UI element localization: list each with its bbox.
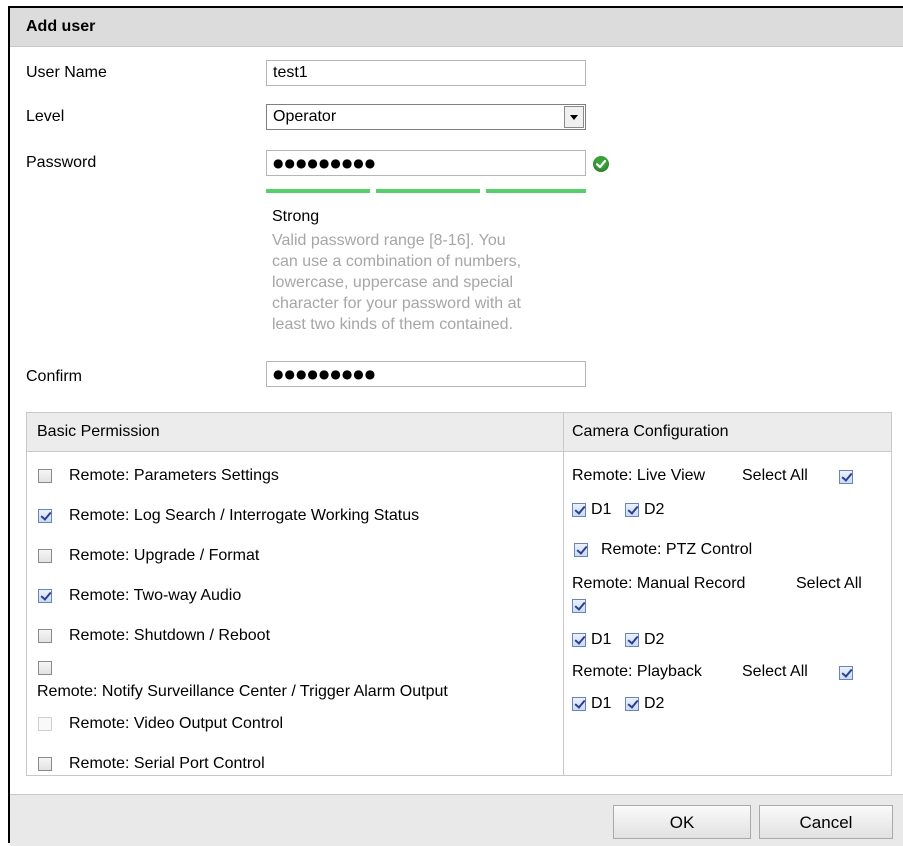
- level-label: Level: [26, 108, 65, 125]
- playback-select-all-checkbox[interactable]: [839, 666, 853, 680]
- permissions-panel: Basic Permission Camera Configuration Re…: [26, 412, 892, 776]
- live-view-select-all-checkbox[interactable]: [839, 470, 853, 484]
- permission-label: Remote: Video Output Control: [69, 715, 284, 732]
- strength-label: Strong: [272, 208, 320, 225]
- dialog-title: Add user: [26, 18, 96, 35]
- camera-configuration-header: Camera Configuration: [564, 413, 891, 452]
- permission-label: Remote: Two-way Audio: [69, 587, 242, 604]
- live-view-d1-checkbox[interactable]: [572, 503, 586, 517]
- level-select[interactable]: Operator: [266, 104, 586, 130]
- basic-permission-title: Basic Permission: [37, 423, 160, 440]
- playback-d1-checkbox[interactable]: [572, 697, 586, 711]
- add-user-dialog: Add user User Name Level Operator Passwo…: [8, 6, 903, 846]
- username-label: User Name: [26, 64, 107, 81]
- password-hint-line: Valid password range [8-16]. You: [272, 232, 506, 249]
- permission-label: Remote: Log Search / Interrogate Working…: [69, 507, 420, 524]
- camera-configuration-title: Camera Configuration: [572, 423, 729, 440]
- live-view-select-all-label: Select All: [742, 467, 808, 484]
- confirm-label: Confirm: [26, 368, 83, 385]
- password-hint-line: lowercase, uppercase and special: [272, 274, 514, 291]
- ptz-control-checkbox[interactable]: [574, 543, 588, 557]
- level-select-value: Operator: [273, 108, 337, 125]
- password-hint-line: can use a combination of numbers,: [272, 253, 522, 270]
- permission-checkbox-upgrade-format[interactable]: [38, 549, 52, 563]
- permission-checkbox-serial-port[interactable]: [38, 757, 52, 771]
- permission-checkbox-two-way-audio[interactable]: [38, 589, 52, 603]
- permission-checkbox-shutdown-reboot[interactable]: [38, 629, 52, 643]
- password-hint-line: character for your password with at: [272, 295, 521, 312]
- permission-checkbox-video-output[interactable]: [38, 717, 52, 731]
- manual-record-d2-checkbox[interactable]: [625, 633, 639, 647]
- password-input[interactable]: ●●●●●●●●●: [266, 150, 586, 176]
- manual-record-d1-checkbox[interactable]: [572, 633, 586, 647]
- playback-select-all-label: Select All: [742, 663, 808, 680]
- password-label: Password: [26, 154, 97, 171]
- live-view-d2-checkbox[interactable]: [625, 503, 639, 517]
- manual-record-d1-label: D1: [591, 631, 612, 648]
- manual-record-d2-label: D2: [644, 631, 665, 648]
- live-view-d2-label: D2: [644, 501, 665, 518]
- permission-checkbox-parameters-settings[interactable]: [38, 469, 52, 483]
- playback-d1-label: D1: [591, 695, 612, 712]
- ok-button[interactable]: OK: [613, 805, 751, 839]
- strength-bar-3: [486, 189, 586, 193]
- permission-label: Remote: Parameters Settings: [69, 467, 279, 484]
- ptz-control-label: Remote: PTZ Control: [601, 541, 753, 558]
- live-view-label: Remote: Live View: [572, 467, 706, 484]
- dialog-titlebar: Add user: [10, 8, 903, 47]
- chevron-down-icon[interactable]: [564, 106, 584, 128]
- strength-bar-1: [266, 189, 370, 193]
- panel-divider: [563, 413, 564, 775]
- cancel-button[interactable]: Cancel: [759, 805, 893, 839]
- dialog-footer: OK Cancel: [10, 794, 903, 846]
- password-hint: Valid password range [8-16]. You can use…: [272, 230, 521, 335]
- basic-permission-header: Basic Permission: [27, 413, 563, 452]
- permission-label: Remote: Shutdown / Reboot: [69, 627, 271, 644]
- username-input[interactable]: [266, 60, 586, 86]
- playback-d2-label: D2: [644, 695, 665, 712]
- manual-record-select-all-label: Select All: [796, 575, 862, 592]
- permission-checkbox-notify-surveillance[interactable]: [38, 661, 52, 675]
- manual-record-label: Remote: Manual Record: [572, 575, 746, 592]
- password-hint-line: least two kinds of them contained.: [272, 316, 514, 333]
- manual-record-select-all-checkbox[interactable]: [572, 599, 586, 613]
- live-view-d1-label: D1: [591, 501, 612, 518]
- playback-d2-checkbox[interactable]: [625, 697, 639, 711]
- permission-label: Remote: Serial Port Control: [69, 755, 265, 772]
- confirm-password-input[interactable]: ●●●●●●●●●: [266, 361, 586, 387]
- playback-label: Remote: Playback: [572, 663, 702, 680]
- permission-checkbox-log-search[interactable]: [38, 509, 52, 523]
- permission-label: Remote: Notify Surveillance Center / Tri…: [37, 683, 448, 700]
- check-circle-icon: [593, 156, 609, 172]
- permission-label: Remote: Upgrade / Format: [69, 547, 260, 564]
- strength-bar-2: [376, 189, 480, 193]
